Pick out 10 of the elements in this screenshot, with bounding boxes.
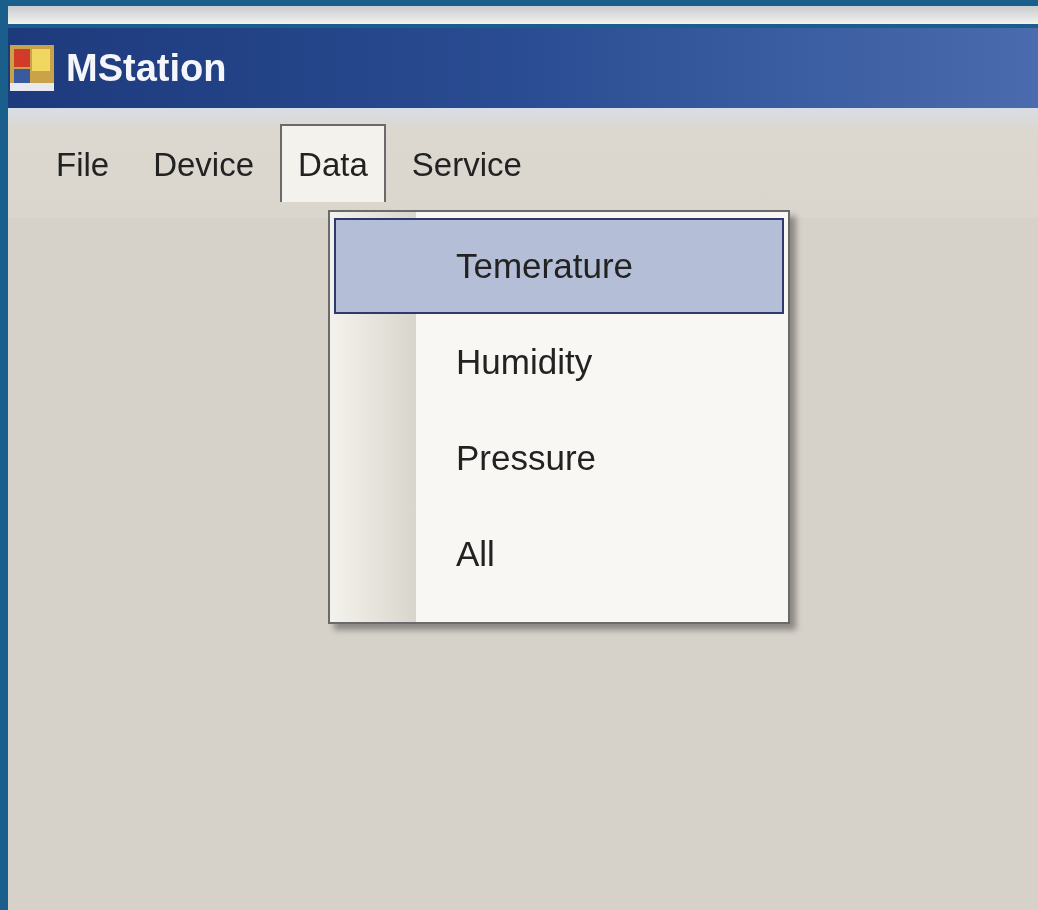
- menu-item[interactable]: Data: [280, 124, 386, 202]
- menu-option[interactable]: Pressure: [334, 410, 784, 506]
- app-icon: [10, 45, 54, 91]
- menu-item[interactable]: File: [38, 124, 128, 202]
- window-title: MStation: [66, 46, 227, 90]
- menu-item[interactable]: Device: [135, 124, 273, 202]
- menu-option[interactable]: Humidity: [334, 314, 784, 410]
- menu-item[interactable]: Service: [393, 124, 540, 202]
- menu-option[interactable]: All: [334, 506, 784, 602]
- menu-option[interactable]: Temerature: [334, 218, 784, 314]
